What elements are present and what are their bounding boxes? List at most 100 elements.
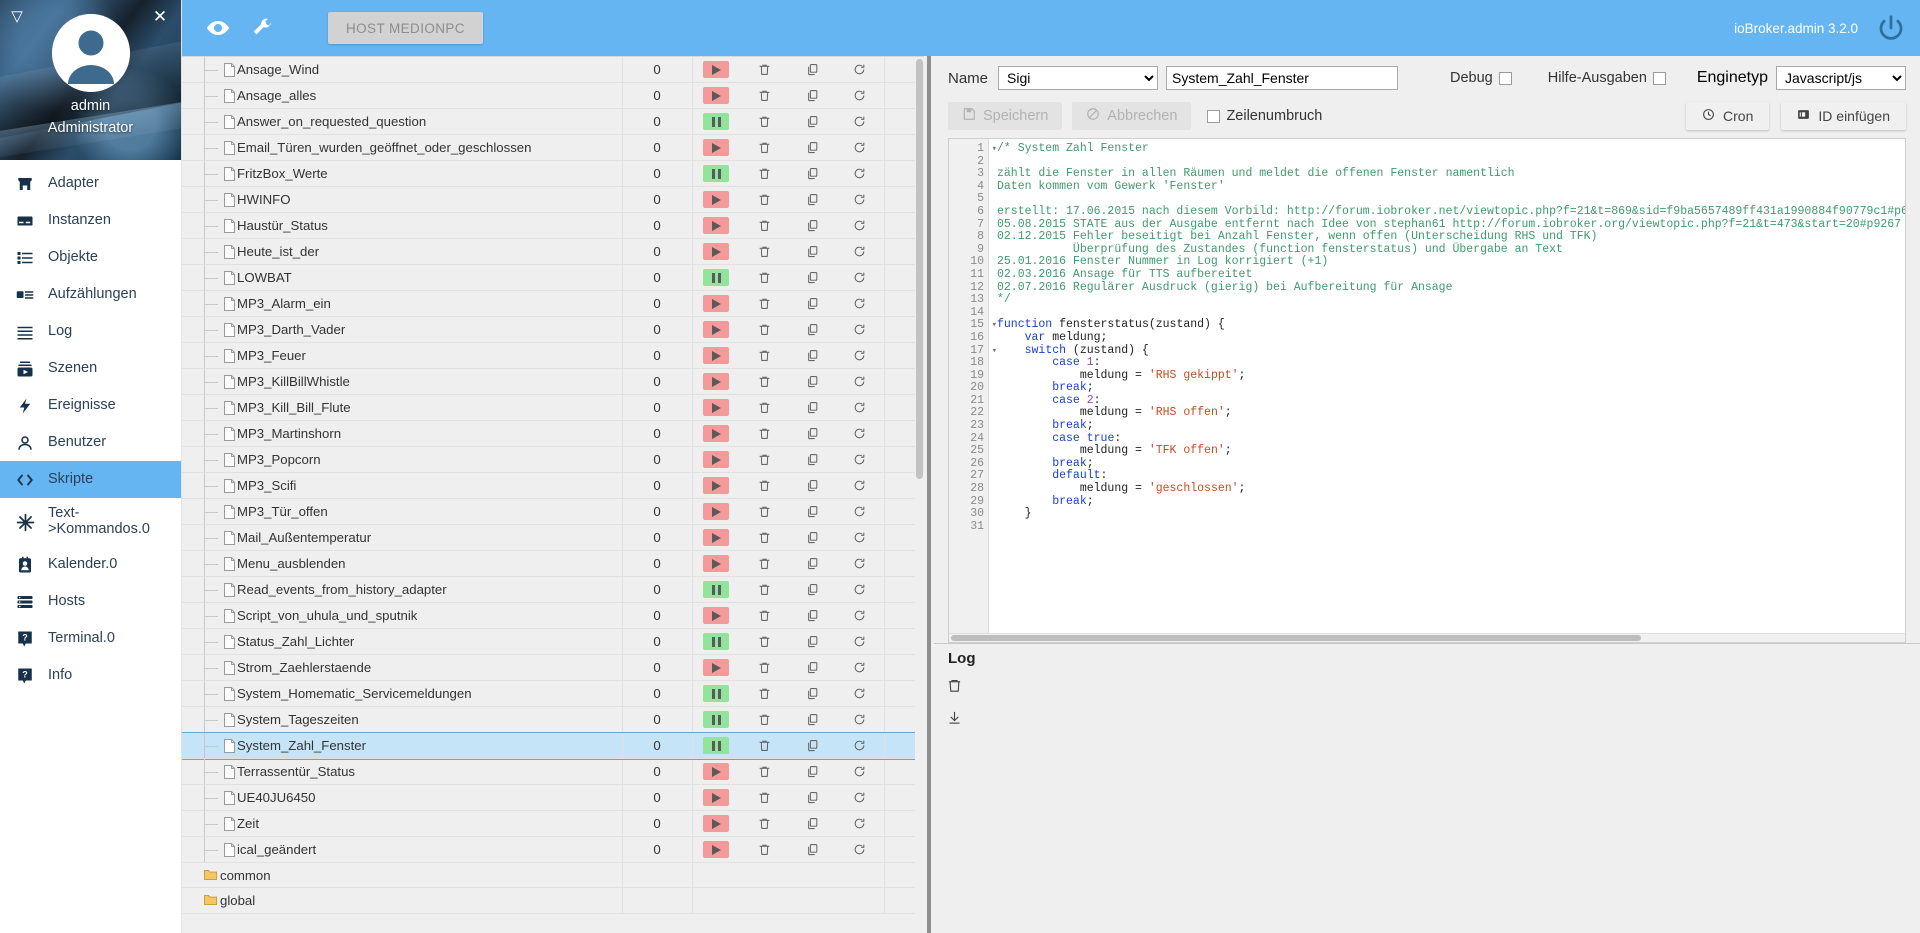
copy-script-button[interactable] bbox=[801, 840, 823, 858]
script-copy-cell[interactable] bbox=[788, 57, 836, 83]
table-row[interactable]: Read_events_from_history_adapter 0 bbox=[182, 576, 924, 603]
script-copy-cell[interactable] bbox=[788, 420, 836, 447]
script-restart-cell[interactable] bbox=[836, 784, 884, 811]
script-delete-cell[interactable] bbox=[740, 784, 788, 811]
script-delete-cell[interactable] bbox=[740, 654, 788, 681]
script-restart-cell[interactable] bbox=[836, 602, 884, 629]
table-row[interactable]: System_Zahl_Fenster 0 bbox=[182, 731, 924, 760]
table-row[interactable]: Answer_on_requested_question 0 bbox=[182, 108, 924, 135]
wordwrap-checkbox-wrap[interactable]: Zeilenumbruch bbox=[1207, 108, 1322, 124]
delete-script-button[interactable] bbox=[753, 190, 775, 208]
delete-script-button[interactable] bbox=[753, 502, 775, 520]
table-row[interactable]: MP3_Popcorn 0 bbox=[182, 446, 924, 473]
copy-script-button[interactable] bbox=[801, 294, 823, 312]
script-name-cell[interactable]: UE40JU6450 bbox=[182, 784, 622, 811]
script-delete-cell[interactable] bbox=[740, 394, 788, 421]
delete-script-button[interactable] bbox=[753, 450, 775, 468]
script-run-cell[interactable] bbox=[692, 680, 740, 707]
script-delete-cell[interactable] bbox=[740, 290, 788, 317]
power-icon[interactable] bbox=[1876, 13, 1906, 43]
play-button[interactable] bbox=[703, 503, 730, 520]
delete-script-button[interactable] bbox=[753, 320, 775, 338]
delete-script-button[interactable] bbox=[753, 60, 775, 78]
delete-script-button[interactable] bbox=[753, 294, 775, 312]
restart-script-button[interactable] bbox=[849, 190, 871, 208]
play-button[interactable] bbox=[703, 841, 730, 858]
copy-script-button[interactable] bbox=[801, 814, 823, 832]
eye-icon[interactable] bbox=[196, 8, 240, 48]
script-restart-cell[interactable] bbox=[836, 576, 884, 603]
script-copy-cell[interactable] bbox=[788, 654, 836, 681]
script-delete-cell[interactable] bbox=[740, 446, 788, 473]
script-name-cell[interactable]: Ansage_alles bbox=[182, 82, 622, 109]
script-delete-cell[interactable] bbox=[740, 498, 788, 525]
copy-script-button[interactable] bbox=[801, 580, 823, 598]
play-button[interactable] bbox=[703, 139, 730, 156]
script-copy-cell[interactable] bbox=[788, 134, 836, 161]
script-name-cell[interactable]: Zeit bbox=[182, 810, 622, 837]
delete-script-button[interactable] bbox=[753, 814, 775, 832]
play-button[interactable] bbox=[703, 763, 730, 780]
script-name-cell[interactable]: ical_geändert bbox=[182, 836, 622, 863]
delete-script-button[interactable] bbox=[753, 476, 775, 494]
restart-script-button[interactable] bbox=[849, 268, 871, 286]
script-delete-cell[interactable] bbox=[740, 472, 788, 499]
script-delete-cell[interactable] bbox=[740, 368, 788, 395]
script-copy-cell[interactable] bbox=[788, 394, 836, 421]
restart-script-button[interactable] bbox=[849, 788, 871, 806]
script-run-cell[interactable] bbox=[692, 342, 740, 369]
script-run-cell[interactable] bbox=[692, 550, 740, 577]
restart-script-button[interactable] bbox=[849, 112, 871, 130]
panel-splitter[interactable] bbox=[924, 56, 934, 933]
play-button[interactable] bbox=[703, 477, 730, 494]
fold-toggle-icon[interactable]: ▾ bbox=[992, 143, 997, 156]
script-copy-cell[interactable] bbox=[788, 212, 836, 239]
close-icon[interactable]: ✕ bbox=[151, 8, 169, 26]
script-run-cell[interactable] bbox=[692, 290, 740, 317]
delete-script-button[interactable] bbox=[753, 372, 775, 390]
delete-script-button[interactable] bbox=[753, 86, 775, 104]
table-row[interactable]: Heute_ist_der 0 bbox=[182, 238, 924, 265]
delete-script-button[interactable] bbox=[753, 632, 775, 650]
restart-script-button[interactable] bbox=[849, 294, 871, 312]
script-restart-cell[interactable] bbox=[836, 57, 884, 83]
script-restart-cell[interactable] bbox=[836, 108, 884, 135]
sidebar-item-objekte[interactable]: Objekte bbox=[0, 239, 181, 276]
script-delete-cell[interactable] bbox=[740, 186, 788, 213]
restart-script-button[interactable] bbox=[849, 554, 871, 572]
restart-script-button[interactable] bbox=[849, 840, 871, 858]
script-run-cell[interactable] bbox=[692, 238, 740, 265]
restart-script-button[interactable] bbox=[849, 684, 871, 702]
script-restart-cell[interactable] bbox=[836, 810, 884, 837]
delete-script-button[interactable] bbox=[753, 684, 775, 702]
script-copy-cell[interactable] bbox=[788, 342, 836, 369]
script-copy-cell[interactable] bbox=[788, 472, 836, 499]
copy-script-button[interactable] bbox=[801, 788, 823, 806]
play-button[interactable] bbox=[703, 295, 730, 312]
table-row[interactable]: Status_Zahl_Lichter 0 bbox=[182, 628, 924, 655]
sidebar-item-terminal[interactable]: ? Terminal.0 bbox=[0, 620, 181, 657]
script-copy-cell[interactable] bbox=[788, 446, 836, 473]
restart-script-button[interactable] bbox=[849, 450, 871, 468]
restart-script-button[interactable] bbox=[849, 164, 871, 182]
script-name-cell[interactable]: Menu_ausblenden bbox=[182, 550, 622, 577]
table-row[interactable]: MP3_Feuer 0 bbox=[182, 342, 924, 369]
delete-script-button[interactable] bbox=[753, 242, 775, 260]
script-delete-cell[interactable] bbox=[740, 732, 788, 759]
table-row[interactable]: MP3_Martinshorn 0 bbox=[182, 420, 924, 447]
script-run-cell[interactable] bbox=[692, 420, 740, 447]
script-copy-cell[interactable] bbox=[788, 316, 836, 343]
copy-script-button[interactable] bbox=[801, 86, 823, 104]
play-button[interactable] bbox=[703, 87, 730, 104]
fold-toggle-icon[interactable]: ▾ bbox=[992, 319, 997, 332]
debug-checkbox-wrap[interactable]: Debug bbox=[1450, 70, 1512, 86]
script-delete-cell[interactable] bbox=[740, 212, 788, 239]
script-delete-cell[interactable] bbox=[740, 420, 788, 447]
script-copy-cell[interactable] bbox=[788, 524, 836, 551]
script-restart-cell[interactable] bbox=[836, 732, 884, 759]
script-copy-cell[interactable] bbox=[788, 238, 836, 265]
restart-script-button[interactable] bbox=[849, 138, 871, 156]
script-run-cell[interactable] bbox=[692, 836, 740, 863]
delete-script-button[interactable] bbox=[753, 658, 775, 676]
script-delete-cell[interactable] bbox=[740, 82, 788, 109]
